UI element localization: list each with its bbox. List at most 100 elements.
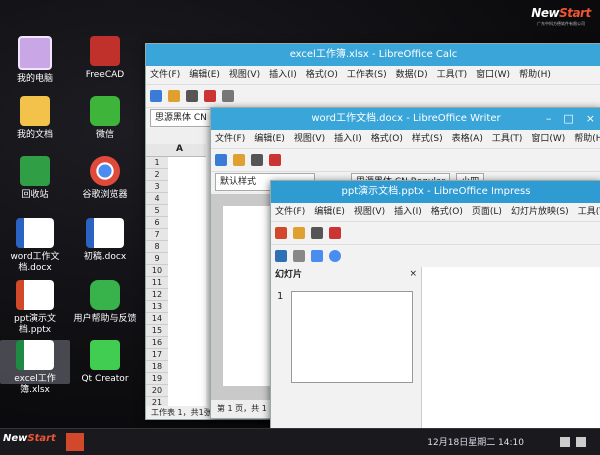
calc-menu-edit[interactable]: 编辑(E)	[189, 70, 220, 80]
rectangle-icon[interactable]	[311, 250, 323, 262]
calc-row-header[interactable]: 14	[146, 313, 168, 325]
zoom-icon[interactable]	[293, 250, 305, 262]
calc-row-header[interactable]: 5	[146, 205, 168, 217]
impress-menu-tools[interactable]: 工具(T)	[578, 207, 600, 217]
desktop-icon-excel-doc[interactable]: excel工作簿.xlsx	[0, 340, 70, 395]
calc-menu-format[interactable]: 格式(O)	[306, 70, 338, 80]
qt-icon	[90, 340, 120, 370]
writer-menu-file[interactable]: 文件(F)	[215, 134, 245, 144]
new-icon[interactable]	[275, 227, 287, 239]
writer-menu-styles[interactable]: 样式(S)	[412, 134, 443, 144]
writer-menu-format[interactable]: 格式(O)	[371, 134, 403, 144]
writer-menu-edit[interactable]: 编辑(E)	[254, 134, 285, 144]
calc-menu-data[interactable]: 数据(D)	[396, 70, 428, 80]
export-pdf-icon[interactable]	[329, 227, 341, 239]
open-icon[interactable]	[293, 227, 305, 239]
export-pdf-icon[interactable]	[269, 154, 281, 166]
calc-row-header[interactable]: 1	[146, 157, 168, 169]
open-icon[interactable]	[233, 154, 245, 166]
desktop-icon-help[interactable]: 用户帮助与反馈	[70, 280, 140, 325]
select-arrow-icon[interactable]	[275, 250, 287, 262]
calc-menu-sheet[interactable]: 工作表(S)	[347, 70, 387, 80]
slide-number: 1	[277, 291, 284, 302]
desktop-icon-ppt-doc[interactable]: ppt演示文档.pptx	[0, 280, 70, 336]
impress-menu-insert[interactable]: 插入(I)	[394, 207, 422, 217]
writer-menu-window[interactable]: 窗口(W)	[531, 134, 565, 144]
calc-row-header[interactable]: 8	[146, 241, 168, 253]
impress-titlebar[interactable]: ppt演示文档.pptx - LibreOffice Impress	[271, 181, 600, 203]
impress-toolbar-2	[271, 244, 600, 267]
calc-row-header[interactable]: 15	[146, 325, 168, 337]
desktop-icon-my-documents[interactable]: 我的文档	[0, 96, 70, 141]
print-icon[interactable]	[222, 90, 234, 102]
desktop-icon-qt-creator[interactable]: Qt Creator	[70, 340, 140, 385]
desktop-icon-word-doc[interactable]: word工作文档.docx	[0, 218, 70, 274]
open-icon[interactable]	[168, 90, 180, 102]
calc-menu-insert[interactable]: 插入(I)	[269, 70, 297, 80]
impress-menu-view[interactable]: 视图(V)	[354, 207, 385, 217]
desktop-icon-draft-doc[interactable]: 初稿.docx	[70, 218, 140, 263]
slide-edit-area[interactable]	[422, 267, 600, 429]
save-icon[interactable]	[251, 154, 263, 166]
new-icon[interactable]	[150, 90, 162, 102]
calc-menu-window[interactable]: 窗口(W)	[476, 70, 510, 80]
writer-menu-table[interactable]: 表格(A)	[452, 134, 483, 144]
desktop-icon-my-computer[interactable]: 我的电脑	[0, 36, 70, 85]
calc-row-header[interactable]: 10	[146, 265, 168, 277]
writer-menu-insert[interactable]: 插入(I)	[334, 134, 362, 144]
impress-menu-page[interactable]: 页面(L)	[472, 207, 502, 217]
writer-page[interactable]	[223, 206, 273, 386]
impress-window[interactable]: ppt演示文档.pptx - LibreOffice Impress 文件(F)…	[270, 180, 600, 430]
calc-row-header[interactable]: 2	[146, 169, 168, 181]
slides-panel-title: 幻灯片	[275, 270, 303, 280]
calc-menu-file[interactable]: 文件(F)	[150, 70, 180, 80]
calc-row-header[interactable]: 17	[146, 349, 168, 361]
network-icon[interactable]	[576, 437, 586, 447]
calc-row-header[interactable]: 6	[146, 217, 168, 229]
calc-row-header[interactable]: 13	[146, 301, 168, 313]
save-icon[interactable]	[186, 90, 198, 102]
start-button[interactable]: NewStart	[3, 433, 56, 444]
calc-row-header[interactable]: 7	[146, 229, 168, 241]
maximize-icon[interactable]: □	[563, 108, 573, 130]
calc-row-header[interactable]: 20	[146, 385, 168, 397]
new-icon[interactable]	[215, 154, 227, 166]
slides-panel-close-icon[interactable]: ×	[409, 269, 417, 279]
impress-menubar: 文件(F) 编辑(E) 视图(V) 插入(I) 格式(O) 页面(L) 幻灯片放映(S) 工具…	[271, 203, 600, 221]
freecad-icon	[90, 36, 120, 66]
slide-thumbnail[interactable]	[291, 291, 413, 383]
calc-menu-view[interactable]: 视图(V)	[229, 70, 260, 80]
writer-titlebar[interactable]: word工作文档.docx - LibreOffice Writer – □ ×	[211, 108, 600, 130]
save-icon[interactable]	[311, 227, 323, 239]
minimize-icon[interactable]: –	[546, 108, 552, 130]
impress-menu-file[interactable]: 文件(F)	[275, 207, 305, 217]
calc-row-header[interactable]: 11	[146, 277, 168, 289]
calc-menu-help[interactable]: 帮助(H)	[519, 70, 551, 80]
calc-row-header[interactable]: 12	[146, 289, 168, 301]
ellipse-icon[interactable]	[329, 250, 341, 262]
impress-menu-edit[interactable]: 编辑(E)	[314, 207, 345, 217]
export-pdf-icon[interactable]	[204, 90, 216, 102]
desktop-icon-freecad[interactable]: FreeCAD	[70, 36, 140, 81]
calc-row-header[interactable]: 3	[146, 181, 168, 193]
writer-menu-tools[interactable]: 工具(T)	[492, 134, 523, 144]
calc-row-header[interactable]: 19	[146, 373, 168, 385]
calc-row-header[interactable]: 16	[146, 337, 168, 349]
volume-icon[interactable]	[560, 437, 570, 447]
impress-menu-format[interactable]: 格式(O)	[431, 207, 463, 217]
calc-menu-tools[interactable]: 工具(T)	[437, 70, 468, 80]
desktop-icon-wechat[interactable]: 微信	[70, 96, 140, 141]
calc-titlebar[interactable]: excel工作簿.xlsx - LibreOffice Calc	[146, 44, 600, 66]
desktop-icon-trash[interactable]: 回收站	[0, 156, 70, 201]
calc-col-header-a[interactable]: A	[146, 144, 206, 157]
calc-row-header[interactable]: 9	[146, 253, 168, 265]
office-taskbar-icon[interactable]	[66, 433, 84, 451]
calc-row-header[interactable]: 4	[146, 193, 168, 205]
writer-menu-view[interactable]: 视图(V)	[294, 134, 325, 144]
close-icon[interactable]: ×	[586, 108, 595, 130]
calc-row-header[interactable]: 18	[146, 361, 168, 373]
desktop-icon-chrome[interactable]: 谷歌浏览器	[70, 156, 140, 201]
impress-menu-slideshow[interactable]: 幻灯片放映(S)	[511, 207, 569, 217]
calc-sheet[interactable]: A 12345678910111213141516171819202122	[146, 144, 206, 419]
writer-menu-help[interactable]: 帮助(H)	[574, 134, 600, 144]
